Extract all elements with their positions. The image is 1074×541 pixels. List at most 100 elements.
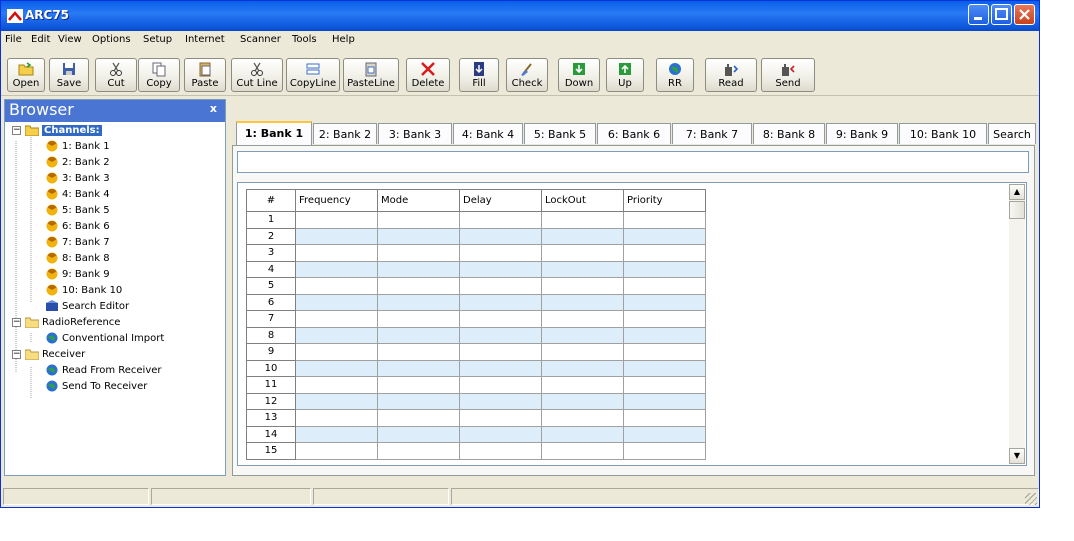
frequency-cell[interactable] bbox=[295, 343, 378, 361]
rr-button[interactable]: RR bbox=[656, 58, 694, 92]
column-header-lockout[interactable]: LockOut bbox=[541, 189, 624, 212]
frequency-cell[interactable] bbox=[295, 376, 378, 394]
column-header-number[interactable]: # bbox=[246, 189, 296, 212]
radioreference-collapse-toggle[interactable]: − bbox=[12, 318, 21, 327]
tab-bank-1[interactable]: 1: Bank 1 bbox=[236, 121, 312, 145]
delay-cell[interactable] bbox=[459, 376, 542, 394]
delay-cell[interactable] bbox=[459, 343, 542, 361]
lockout-cell[interactable] bbox=[541, 310, 624, 328]
row-number[interactable]: 12 bbox=[246, 392, 296, 410]
menu-options[interactable]: Options bbox=[92, 34, 131, 45]
mode-cell[interactable] bbox=[377, 293, 460, 311]
tab-bank-3[interactable]: 3: Bank 3 bbox=[378, 123, 452, 144]
tab-bank-8[interactable]: 8: Bank 8 bbox=[753, 123, 825, 144]
scroll-thumb[interactable] bbox=[1009, 201, 1025, 219]
row-number[interactable]: 9 bbox=[246, 343, 296, 361]
frequency-cell[interactable] bbox=[295, 442, 378, 460]
tree-node-radioreference[interactable]: RadioReference bbox=[25, 315, 120, 331]
menu-internet[interactable]: Internet bbox=[185, 34, 225, 45]
mode-cell[interactable] bbox=[377, 260, 460, 278]
priority-cell[interactable] bbox=[623, 277, 706, 295]
mode-cell[interactable] bbox=[377, 359, 460, 377]
lockout-cell[interactable] bbox=[541, 293, 624, 311]
lockout-cell[interactable] bbox=[541, 211, 624, 229]
priority-cell[interactable] bbox=[623, 326, 706, 344]
priority-cell[interactable] bbox=[623, 425, 706, 443]
info-bar[interactable] bbox=[237, 151, 1029, 173]
tab-search[interactable]: Search bbox=[988, 123, 1036, 144]
cut-button[interactable]: Cut bbox=[95, 58, 137, 92]
delay-cell[interactable] bbox=[459, 442, 542, 460]
channels-collapse-toggle[interactable]: − bbox=[12, 126, 21, 135]
row-number[interactable]: 2 bbox=[246, 227, 296, 245]
tree-node-bank-9[interactable]: 9: Bank 9 bbox=[45, 267, 110, 283]
delay-cell[interactable] bbox=[459, 326, 542, 344]
row-number[interactable]: 1 bbox=[246, 211, 296, 229]
menu-setup[interactable]: Setup bbox=[143, 34, 172, 45]
frequency-cell[interactable] bbox=[295, 244, 378, 262]
tab-bank-5[interactable]: 5: Bank 5 bbox=[524, 123, 596, 144]
lockout-cell[interactable] bbox=[541, 227, 624, 245]
lockout-cell[interactable] bbox=[541, 425, 624, 443]
save-button[interactable]: Save bbox=[49, 58, 89, 92]
row-number[interactable]: 15 bbox=[246, 442, 296, 460]
tree-node-channels[interactable]: Channels: bbox=[25, 123, 102, 139]
delay-cell[interactable] bbox=[459, 392, 542, 410]
read-button[interactable]: Read bbox=[705, 58, 757, 92]
lockout-cell[interactable] bbox=[541, 392, 624, 410]
menu-help[interactable]: Help bbox=[332, 34, 355, 45]
mode-cell[interactable] bbox=[377, 409, 460, 427]
down-button[interactable]: Down bbox=[558, 58, 600, 92]
frequency-cell[interactable] bbox=[295, 227, 378, 245]
lockout-cell[interactable] bbox=[541, 244, 624, 262]
tree-node-conventional-import[interactable]: Conventional Import bbox=[45, 331, 164, 347]
priority-cell[interactable] bbox=[623, 310, 706, 328]
scroll-up-button[interactable]: ▲ bbox=[1009, 184, 1025, 200]
mode-cell[interactable] bbox=[377, 310, 460, 328]
frequency-cell[interactable] bbox=[295, 211, 378, 229]
row-number[interactable]: 8 bbox=[246, 326, 296, 344]
menu-tools[interactable]: Tools bbox=[292, 34, 317, 45]
copy-button[interactable]: Copy bbox=[138, 58, 180, 92]
tree-node-bank-1[interactable]: 1: Bank 1 bbox=[45, 139, 110, 155]
delay-cell[interactable] bbox=[459, 293, 542, 311]
paste-line-button[interactable]: PasteLine bbox=[343, 58, 399, 92]
priority-cell[interactable] bbox=[623, 260, 706, 278]
priority-cell[interactable] bbox=[623, 442, 706, 460]
lockout-cell[interactable] bbox=[541, 260, 624, 278]
tree-node-bank-3[interactable]: 3: Bank 3 bbox=[45, 171, 110, 187]
maximize-button[interactable] bbox=[991, 4, 1012, 25]
mode-cell[interactable] bbox=[377, 343, 460, 361]
row-number[interactable]: 6 bbox=[246, 293, 296, 311]
priority-cell[interactable] bbox=[623, 293, 706, 311]
frequency-cell[interactable] bbox=[295, 260, 378, 278]
row-number[interactable]: 7 bbox=[246, 310, 296, 328]
delay-cell[interactable] bbox=[459, 244, 542, 262]
lockout-cell[interactable] bbox=[541, 277, 624, 295]
frequency-cell[interactable] bbox=[295, 326, 378, 344]
tree-node-bank-8[interactable]: 8: Bank 8 bbox=[45, 251, 110, 267]
delete-button[interactable]: Delete bbox=[406, 58, 450, 92]
row-number[interactable]: 11 bbox=[246, 376, 296, 394]
tree-node-receiver[interactable]: Receiver bbox=[25, 347, 85, 363]
delay-cell[interactable] bbox=[459, 211, 542, 229]
lockout-cell[interactable] bbox=[541, 343, 624, 361]
lockout-cell[interactable] bbox=[541, 359, 624, 377]
lockout-cell[interactable] bbox=[541, 326, 624, 344]
open-button[interactable]: Open bbox=[7, 58, 45, 92]
mode-cell[interactable] bbox=[377, 277, 460, 295]
cut-line-button[interactable]: Cut Line bbox=[231, 58, 283, 92]
frequency-cell[interactable] bbox=[295, 277, 378, 295]
lockout-cell[interactable] bbox=[541, 409, 624, 427]
tab-bank-2[interactable]: 2: Bank 2 bbox=[313, 123, 377, 144]
up-button[interactable]: Up bbox=[606, 58, 644, 92]
priority-cell[interactable] bbox=[623, 211, 706, 229]
mode-cell[interactable] bbox=[377, 442, 460, 460]
menu-scanner[interactable]: Scanner bbox=[240, 34, 281, 45]
scroll-down-button[interactable]: ▼ bbox=[1009, 448, 1025, 464]
tree-node-bank-2[interactable]: 2: Bank 2 bbox=[45, 155, 110, 171]
mode-cell[interactable] bbox=[377, 227, 460, 245]
column-header-mode[interactable]: Mode bbox=[377, 189, 460, 212]
tree-node-send-to-receiver[interactable]: Send To Receiver bbox=[45, 379, 147, 395]
priority-cell[interactable] bbox=[623, 227, 706, 245]
